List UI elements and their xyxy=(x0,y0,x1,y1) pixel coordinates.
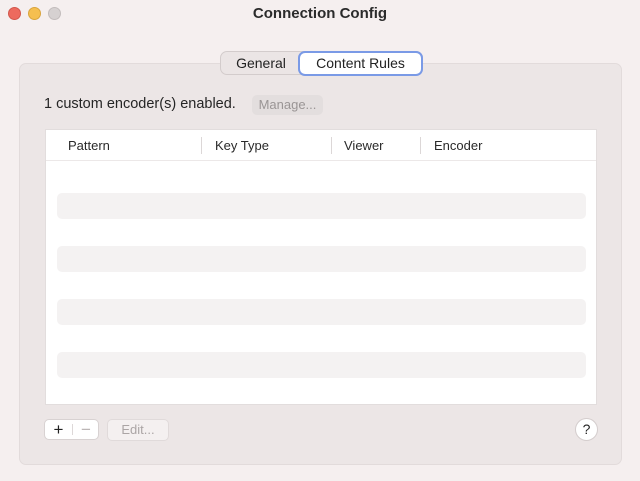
column-header-viewer[interactable]: Viewer xyxy=(344,130,384,161)
column-separator[interactable] xyxy=(201,137,202,154)
add-remove-control: + − xyxy=(44,419,99,440)
remove-rule-button[interactable]: − xyxy=(73,420,99,439)
table-row[interactable] xyxy=(57,299,586,325)
column-separator[interactable] xyxy=(420,137,421,154)
table-row[interactable] xyxy=(57,193,586,219)
column-separator[interactable] xyxy=(331,137,332,154)
tab-content-rules[interactable]: Content Rules xyxy=(298,51,423,76)
tab-general[interactable]: General xyxy=(223,52,299,74)
table-row[interactable] xyxy=(57,246,586,272)
encoder-status-text: 1 custom encoder(s) enabled. xyxy=(44,96,236,112)
column-header-encoder[interactable]: Encoder xyxy=(434,130,482,161)
column-header-key-type[interactable]: Key Type xyxy=(215,130,269,161)
window-title: Connection Config xyxy=(252,5,388,22)
title-bar: Connection Config xyxy=(0,0,640,30)
manage-button[interactable]: Manage... xyxy=(252,95,323,115)
edit-rule-button[interactable]: Edit... xyxy=(107,419,169,441)
table-row[interactable] xyxy=(57,352,586,378)
help-button[interactable]: ? xyxy=(575,418,598,441)
column-header-pattern[interactable]: Pattern xyxy=(68,130,110,161)
table-header: Pattern Key Type Viewer Encoder xyxy=(46,130,596,161)
add-rule-button[interactable]: + xyxy=(45,420,72,439)
rules-table[interactable]: Pattern Key Type Viewer Encoder xyxy=(45,129,597,405)
